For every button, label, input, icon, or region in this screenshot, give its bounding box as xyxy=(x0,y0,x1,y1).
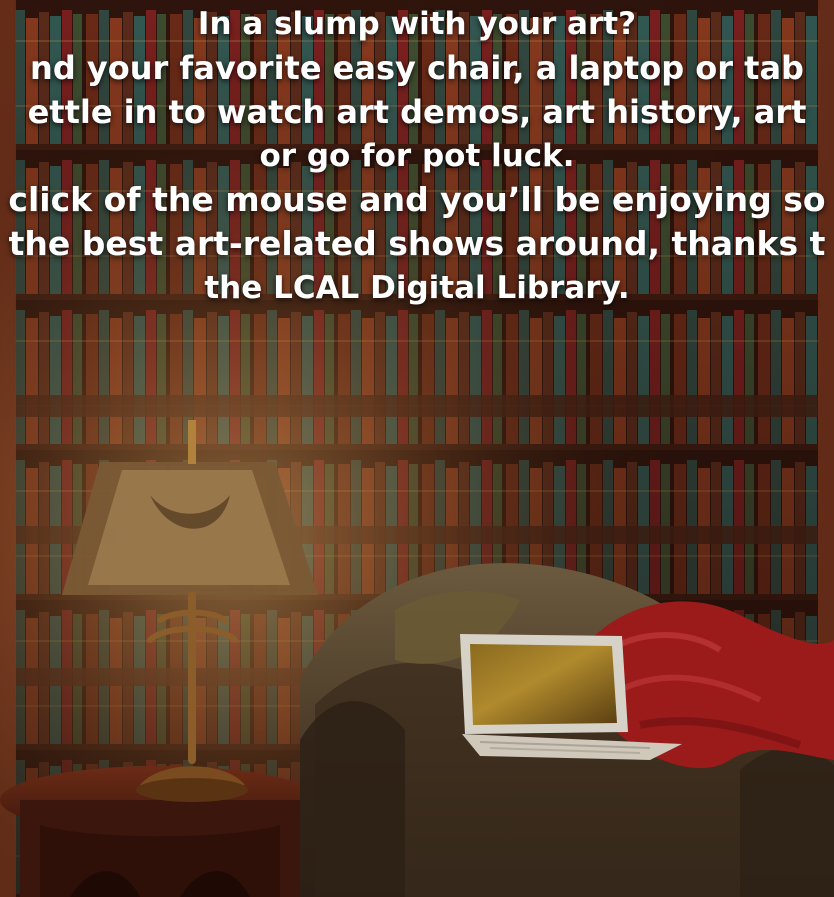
table-lamp-icon xyxy=(62,420,318,802)
poster: In a slump with your art? nd your favori… xyxy=(0,0,834,897)
cozy-reading-corner-illustration xyxy=(0,420,834,897)
